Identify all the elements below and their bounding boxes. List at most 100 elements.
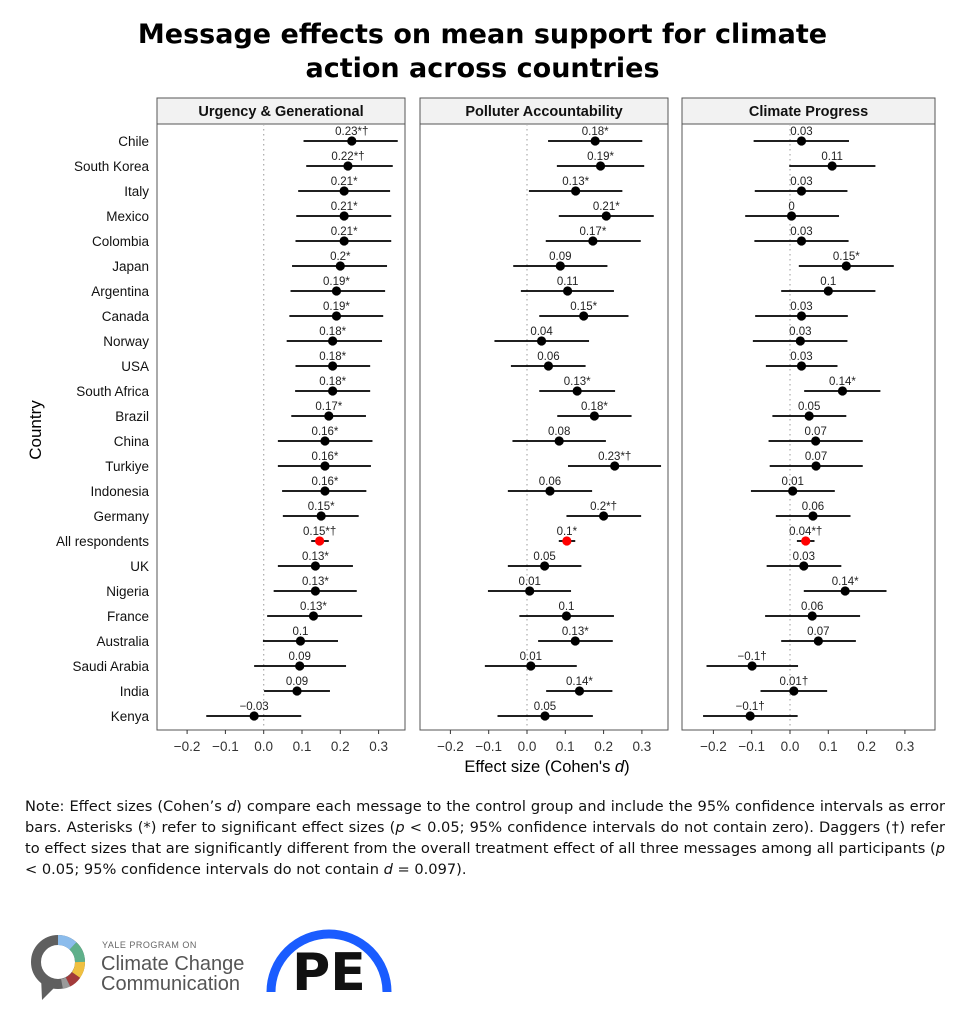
x-tick-label: 0.1 <box>556 739 575 754</box>
effect-label: 0.1 <box>820 276 836 288</box>
country-label: Mexico <box>106 209 149 224</box>
x-tick-label: −0.1 <box>212 739 239 754</box>
effect-label: 0.13* <box>302 576 329 588</box>
chart-note: Note: Effect sizes (Cohen’s d) compare e… <box>25 796 945 880</box>
country-label: Colombia <box>92 234 150 249</box>
effect-label: 0.23*† <box>598 451 631 463</box>
x-tick-label: 0.3 <box>633 739 652 754</box>
effect-label: 0.09 <box>549 251 571 263</box>
country-label: All respondents <box>56 534 149 549</box>
effect-label: 0.05 <box>534 701 556 713</box>
pe-logo-text: PE <box>292 943 366 1003</box>
panel-1: Urgency & Generational −0.2 −0.1 0.0 0.1 0.2 0… <box>156 97 406 754</box>
effect-label: 0.18* <box>319 326 346 338</box>
effect-label: 0.13* <box>564 376 591 388</box>
country-label: India <box>120 684 150 699</box>
yale-logo: YALE PROGRAM ON Climate Change Communica… <box>31 935 244 1000</box>
effect-label: 0.06 <box>539 476 561 488</box>
effect-label: −0.03 <box>240 701 269 713</box>
country-label: Brazil <box>115 409 149 424</box>
effect-label: 0.18* <box>582 126 609 138</box>
logos: YALE PROGRAM ON Climate Change Communica… <box>31 929 392 1003</box>
x-tick-label: 0.1 <box>293 739 312 754</box>
effect-label: 0.14* <box>566 676 593 688</box>
country-label: Saudi Arabia <box>72 659 149 674</box>
y-axis-label: Country <box>26 400 45 460</box>
note-text: < 0.05; 95% confidence intervals do not … <box>25 861 384 878</box>
effect-label: 0.13* <box>562 176 589 188</box>
yale-logo-line-1: YALE PROGRAM ON <box>102 940 197 950</box>
effect-label: 0.15* <box>570 301 597 313</box>
effect-label: 0.19* <box>587 151 614 163</box>
x-tick-label: 0.3 <box>896 739 915 754</box>
x-tick-label: 0.2 <box>594 739 613 754</box>
country-label: USA <box>121 359 149 374</box>
effect-label: 0.01 <box>520 651 542 663</box>
x-tick-label: 0.2 <box>857 739 876 754</box>
panel-title: Polluter Accountability <box>465 104 622 120</box>
x-tick-label: −0.2 <box>174 739 201 754</box>
country-label: South Korea <box>74 159 150 174</box>
effect-label: 0.13* <box>302 551 329 563</box>
effect-label: 0.18* <box>319 376 346 388</box>
effect-label: 0.03 <box>790 351 812 363</box>
country-label: Nigeria <box>106 584 149 599</box>
x-tick-label: 0.0 <box>518 739 537 754</box>
effect-label: 0.17* <box>315 401 342 413</box>
effect-label: 0.17* <box>579 226 606 238</box>
effect-label: −0.1† <box>736 701 765 713</box>
effect-label: 0.15* <box>833 251 860 263</box>
effect-label: 0.21* <box>331 226 358 238</box>
effect-label: 0.22*† <box>331 151 364 163</box>
effect-label: 0.04*† <box>789 526 822 538</box>
note-italic-text: d <box>226 798 237 815</box>
x-tick-label: −0.2 <box>437 739 464 754</box>
effect-label: 0.13* <box>300 601 327 613</box>
effect-label: 0.21* <box>331 176 358 188</box>
effect-label: 0.01 <box>781 476 803 488</box>
country-label: Japan <box>112 259 149 274</box>
effect-label: 0.15*† <box>303 526 336 538</box>
country-label: Argentina <box>91 284 149 299</box>
forest-plot: Chile South Korea Italy Mexico Colombia Japan… <box>26 97 936 776</box>
country-label: Germany <box>93 509 149 524</box>
country-label: Canada <box>102 309 150 324</box>
x-tick-label: 0.2 <box>331 739 350 754</box>
country-label: France <box>107 609 149 624</box>
x-axis-label-text: Effect size (Cohen's <box>464 758 615 776</box>
effect-label: 0.03 <box>790 176 812 188</box>
yale-logo-line-2: Climate Change <box>101 953 244 975</box>
effect-label: −0.1† <box>738 651 767 663</box>
effect-label: 0.21* <box>331 201 358 213</box>
effect-label: 0.14* <box>832 576 859 588</box>
effect-label: 0.08 <box>548 426 570 438</box>
panel-background <box>156 97 406 731</box>
note-italic-text: d <box>383 861 393 878</box>
effect-label: 0.07 <box>805 451 827 463</box>
effect-label: 0.03 <box>793 551 815 563</box>
note-italic-text: p <box>935 840 945 857</box>
effect-label: 0.16* <box>312 451 339 463</box>
effect-label: 0.09 <box>289 651 311 663</box>
country-label: Italy <box>124 184 149 199</box>
effect-label: 0.09 <box>286 676 308 688</box>
effect-label: 0.05 <box>533 551 555 563</box>
effect-label: 0.16* <box>312 426 339 438</box>
effect-label: 0.16* <box>312 476 339 488</box>
effect-label: 0.11 <box>557 276 579 288</box>
effect-label: 0.1* <box>557 526 578 538</box>
effect-label: 0.1 <box>558 601 574 613</box>
effect-label: 0.19* <box>323 276 350 288</box>
country-label: Indonesia <box>90 484 149 499</box>
country-label: Norway <box>103 334 149 349</box>
x-tick-label: 0.3 <box>369 739 388 754</box>
effect-label: 0.1 <box>292 626 308 638</box>
effect-label: 0.11 <box>821 151 843 163</box>
country-label: South Africa <box>76 384 149 399</box>
effect-label: 0.14* <box>829 376 856 388</box>
pe-logo: PE <box>266 929 392 1003</box>
effect-label: 0.06 <box>801 601 823 613</box>
x-tick-label: −0.1 <box>738 739 765 754</box>
country-label: UK <box>130 559 149 574</box>
effect-label: 0.05 <box>798 401 820 413</box>
